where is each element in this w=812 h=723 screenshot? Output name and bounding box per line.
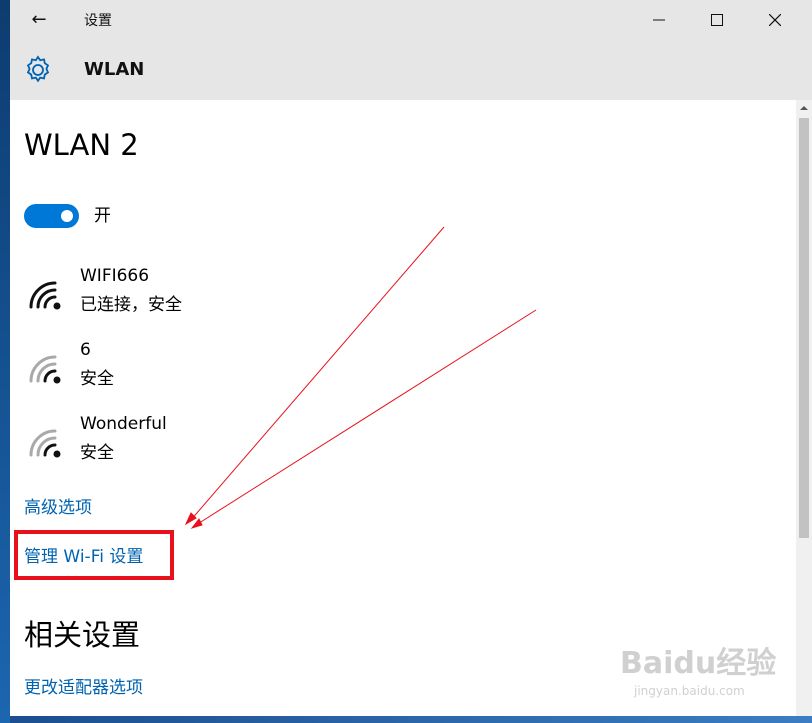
toggle-knob (61, 210, 73, 222)
network-status: 安全 (80, 443, 114, 463)
network-status: 安全 (80, 369, 114, 389)
network-name: Wonderful (80, 414, 167, 434)
related-section-title: 相关设置 (24, 618, 141, 652)
page-title: WLAN (84, 59, 145, 80)
title-bar: ← 设置 (10, 0, 812, 40)
wifi-signal-icon (29, 281, 61, 310)
watermark-url: jingyan.baidu.com (634, 684, 745, 698)
back-button[interactable]: ← (24, 8, 54, 32)
wifi-signal-icon (29, 355, 61, 384)
content-pane: WLAN 2 开 WIFI666 已连接，安全 6 安全 Wonderful 安… (10, 100, 796, 716)
network-item[interactable]: 6 安全 (24, 340, 324, 394)
minimize-button[interactable] (630, 0, 688, 40)
advanced-options-link[interactable]: 高级选项 (24, 493, 92, 518)
network-status: 已连接，安全 (80, 295, 182, 315)
minimize-icon (653, 19, 665, 21)
gear-icon (26, 55, 50, 83)
change-adapter-options-link[interactable]: 更改适配器选项 (24, 673, 143, 698)
scroll-up-icon[interactable] (796, 100, 812, 116)
network-item[interactable]: WIFI666 已连接，安全 (24, 266, 324, 320)
vertical-scrollbar[interactable] (796, 100, 812, 716)
toggle-state-label: 开 (94, 206, 111, 226)
baidu-watermark: Baidu经验 jingyan.baidu.com (620, 630, 780, 710)
settings-window: ← 设置 WLAN WLAN 2 开 WIFI666 已连接，安全 6 安全 W… (10, 0, 812, 716)
scrollbar-thumb[interactable] (799, 118, 809, 538)
back-arrow-icon: ← (31, 9, 47, 30)
page-header: WLAN (10, 40, 812, 100)
close-icon (769, 14, 781, 26)
manage-wifi-settings-link[interactable]: 管理 Wi-Fi 设置 (24, 542, 143, 567)
maximize-button[interactable] (688, 0, 746, 40)
network-item[interactable]: Wonderful 安全 (24, 414, 324, 468)
desktop-background-bottom (10, 716, 812, 723)
network-name: 6 (80, 340, 91, 360)
desktop-background (0, 0, 10, 723)
wifi-signal-icon (29, 429, 61, 458)
watermark-logo-text: Baidu经验 (620, 646, 777, 681)
window-title: 设置 (84, 13, 112, 29)
wlan-toggle[interactable] (24, 204, 79, 228)
maximize-icon (711, 14, 723, 26)
wlan-section-title: WLAN 2 (24, 128, 139, 162)
network-name: WIFI666 (80, 266, 150, 286)
close-button[interactable] (746, 0, 804, 40)
